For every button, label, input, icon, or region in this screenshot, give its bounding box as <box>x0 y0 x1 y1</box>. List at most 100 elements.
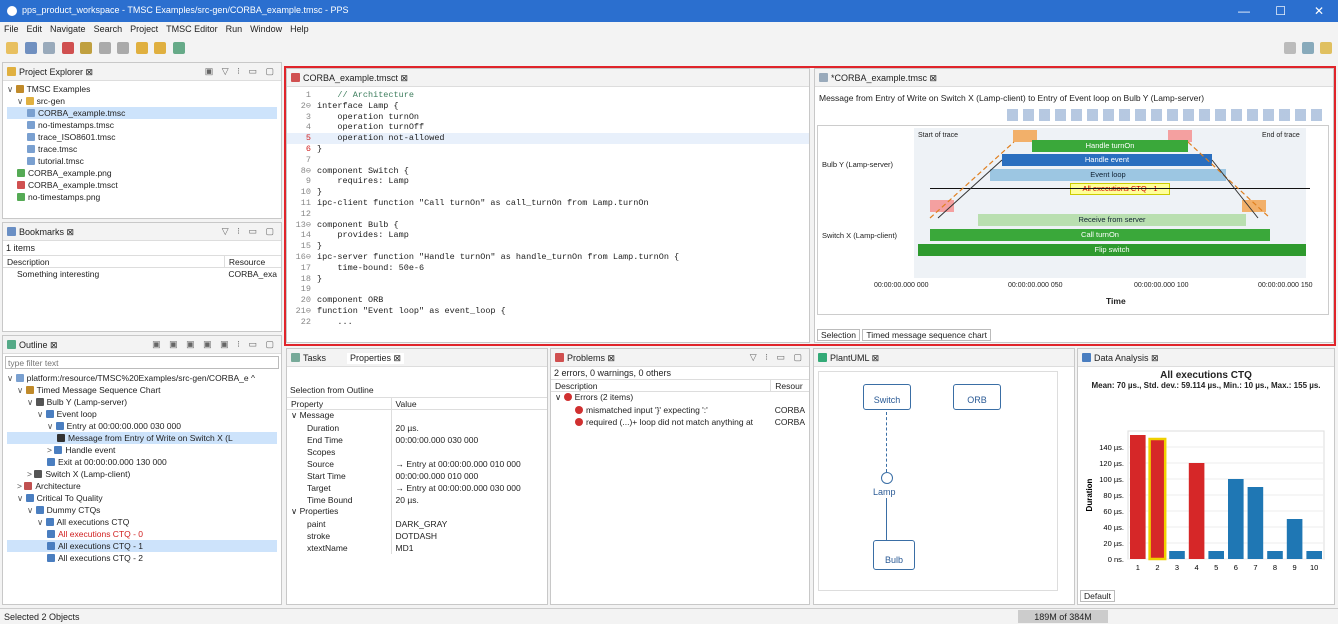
expand-icon[interactable]: ∨ <box>37 409 46 419</box>
search-icon[interactable] <box>1284 42 1296 54</box>
tree-item[interactable]: trace_ISO8601.tmsc <box>7 131 277 143</box>
tab-data-analysis[interactable]: Data Analysis ⊠ <box>1094 353 1159 364</box>
tab-plantuml[interactable]: PlantUML ⊠ <box>830 353 879 364</box>
expand-icon[interactable]: > <box>47 445 54 455</box>
expand-icon[interactable]: ∨ <box>7 373 16 383</box>
expand-icon[interactable]: ∨ <box>17 493 26 503</box>
tree-item[interactable]: ∨ TMSC Examples <box>7 83 277 95</box>
view-controls[interactable]: ▣ ▣ ▣ ▣ ▣ ⁝ ▭ ▢ <box>152 339 277 350</box>
menu-project[interactable]: Project <box>126 22 162 36</box>
pin-icon[interactable] <box>172 42 185 54</box>
code-line[interactable]: 11 ipc-client function "Call turnOn" as c… <box>287 198 809 209</box>
tree-item[interactable]: CORBA_example.tmsct <box>7 179 277 191</box>
tree-item[interactable]: ∨ Bulb Y (Lamp-server) <box>7 396 277 408</box>
tree-item[interactable]: no-timestamps.png <box>7 191 277 203</box>
table-row[interactable]: xtextName MD1 <box>287 541 547 554</box>
tab-timed-message-sequence-chart[interactable]: Timed message sequence chart <box>862 329 991 341</box>
ctq-bar-chart[interactable]: 0 ns. 20 µs. 40 µs. 60 µs. 80 µs. 100 µs. 120 … <box>1080 425 1332 585</box>
tree-item[interactable]: tutorial.tmsc <box>7 155 277 167</box>
run-icon[interactable] <box>61 42 74 54</box>
tree-item[interactable]: > Switch X (Lamp-client) <box>7 468 277 480</box>
expand-icon[interactable]: ∨ <box>47 421 56 431</box>
expand-icon[interactable]: ∨ <box>291 410 300 420</box>
menu-file[interactable]: File <box>0 22 23 36</box>
tree-item[interactable]: trace.tmsc <box>7 143 277 155</box>
edit-icon[interactable] <box>80 42 93 54</box>
properties-toolbar[interactable] <box>287 367 547 383</box>
bookmarks-tab[interactable]: Bookmarks ⊠ <box>19 227 74 238</box>
code-line[interactable]: 21⊖ function "Event loop" as event_loop { <box>287 306 809 317</box>
tree-item[interactable]: All executions CTQ - 2 <box>7 552 277 564</box>
component-switch[interactable]: Switch <box>863 384 911 410</box>
tree-item[interactable]: no-timestamps.tmsc <box>7 119 277 131</box>
heap-status[interactable]: 189M of 384M <box>1018 610 1108 623</box>
code-line[interactable]: 18} <box>287 274 809 285</box>
code-line[interactable]: 15} <box>287 241 809 252</box>
tree-item[interactable]: > Architecture <box>7 480 277 492</box>
save-all-icon[interactable] <box>43 42 56 54</box>
expand-icon[interactable]: ∨ <box>17 96 26 106</box>
code-line[interactable]: 9 requires: Lamp <box>287 176 809 187</box>
table-row[interactable]: ∨ Properties <box>287 505 547 518</box>
menu-run[interactable]: Run <box>222 22 247 36</box>
perspective-icon[interactable] <box>1302 42 1314 54</box>
menu-edit[interactable]: Edit <box>23 22 47 36</box>
tmsc-chart-canvas[interactable]: Start of trace End of trace Bulb Y (Lamp… <box>817 125 1329 315</box>
code-line[interactable]: 3 operation turnOn <box>287 112 809 123</box>
col-property[interactable]: Property <box>287 398 391 410</box>
expand-icon[interactable]: ∨ <box>17 385 26 395</box>
code-line[interactable]: 14 provides: Lamp <box>287 230 809 241</box>
prev-annotation-icon[interactable] <box>117 42 130 54</box>
tab-properties[interactable]: Properties ⊠ <box>347 353 405 364</box>
expand-icon[interactable]: ∨ <box>27 505 36 515</box>
table-row[interactable]: Something interesting CORBA_exa <box>3 268 281 280</box>
forward-icon[interactable] <box>154 42 167 54</box>
back-icon[interactable] <box>135 42 148 54</box>
code-line[interactable]: 2⊖ interface Lamp { <box>287 101 809 112</box>
expand-icon[interactable]: ∨ <box>291 506 300 516</box>
expand-icon[interactable]: ∨ <box>7 84 16 94</box>
tab-default[interactable]: Default <box>1080 590 1115 602</box>
code-line[interactable]: 7 <box>287 155 809 166</box>
table-row[interactable]: stroke DOTDASH <box>287 529 547 542</box>
table-row[interactable]: Time Bound 20 µs. <box>287 493 547 506</box>
chart-toolbar[interactable] <box>1007 109 1327 121</box>
component-orb[interactable]: ORB <box>953 384 1001 410</box>
outline-filter-input[interactable] <box>5 356 279 369</box>
menu-window[interactable]: Window <box>246 22 286 36</box>
menu-navigate[interactable]: Navigate <box>46 22 90 36</box>
code-line[interactable]: 19 <box>287 284 809 295</box>
maximize-button[interactable]: ☐ <box>1275 4 1286 18</box>
table-row[interactable]: End Time 00:00:00.000 030 000 <box>287 433 547 446</box>
col-resource[interactable]: Resour <box>770 379 809 392</box>
minimize-button[interactable]: — <box>1238 4 1250 18</box>
code-line[interactable]: 13⊖ component Bulb { <box>287 220 809 231</box>
table-row[interactable]: Start Time 00:00:00.000 010 000 <box>287 469 547 482</box>
new-icon[interactable] <box>6 42 18 54</box>
tree-item[interactable]: CORBA_example.png <box>7 167 277 179</box>
code-line[interactable]: 16⊖ ipc-server function "Handle turnOn" a… <box>287 252 809 263</box>
table-row[interactable]: Duration 20 µs. <box>287 421 547 434</box>
tab-tasks[interactable]: Tasks <box>303 353 326 363</box>
tree-item[interactable]: ∨ All executions CTQ <box>7 516 277 528</box>
expand-icon[interactable]: > <box>27 469 34 479</box>
close-button[interactable]: ✕ <box>1314 4 1324 18</box>
tree-item[interactable]: ∨ Dummy CTQs <box>7 504 277 516</box>
tab-selection[interactable]: Selection <box>817 329 860 341</box>
next-annotation-icon[interactable] <box>98 42 111 54</box>
tree-item[interactable]: ∨ src-gen <box>7 95 277 107</box>
outline-tree[interactable]: ∨ platform:/resource/TMSC%20Examples/src… <box>3 371 281 565</box>
tree-item[interactable]: ∨ Entry at 00:00:00.000 030 000 <box>7 420 277 432</box>
tree-item[interactable]: Exit at 00:00:00.000 130 000 <box>7 456 277 468</box>
project-tree[interactable]: ∨ TMSC Examples ∨ src-gen CORBA_example.t… <box>3 81 281 205</box>
tree-item[interactable]: Message from Entry of Write on Switch X … <box>7 432 277 444</box>
project-explorer-tab[interactable]: Project Explorer ⊠ <box>19 67 93 78</box>
code-line[interactable]: 10} <box>287 187 809 198</box>
component-bulb[interactable]: Bulb <box>873 540 915 570</box>
tmsc-perspective-icon[interactable] <box>1320 42 1332 54</box>
save-icon[interactable] <box>24 42 37 54</box>
table-row[interactable]: paint DARK_GRAY <box>287 517 547 530</box>
tree-item[interactable]: All executions CTQ - 1 <box>7 540 277 552</box>
code-line[interactable]: 20 component ORB <box>287 295 809 306</box>
code-line[interactable]: 17 time-bound: 50e-6 <box>287 263 809 274</box>
